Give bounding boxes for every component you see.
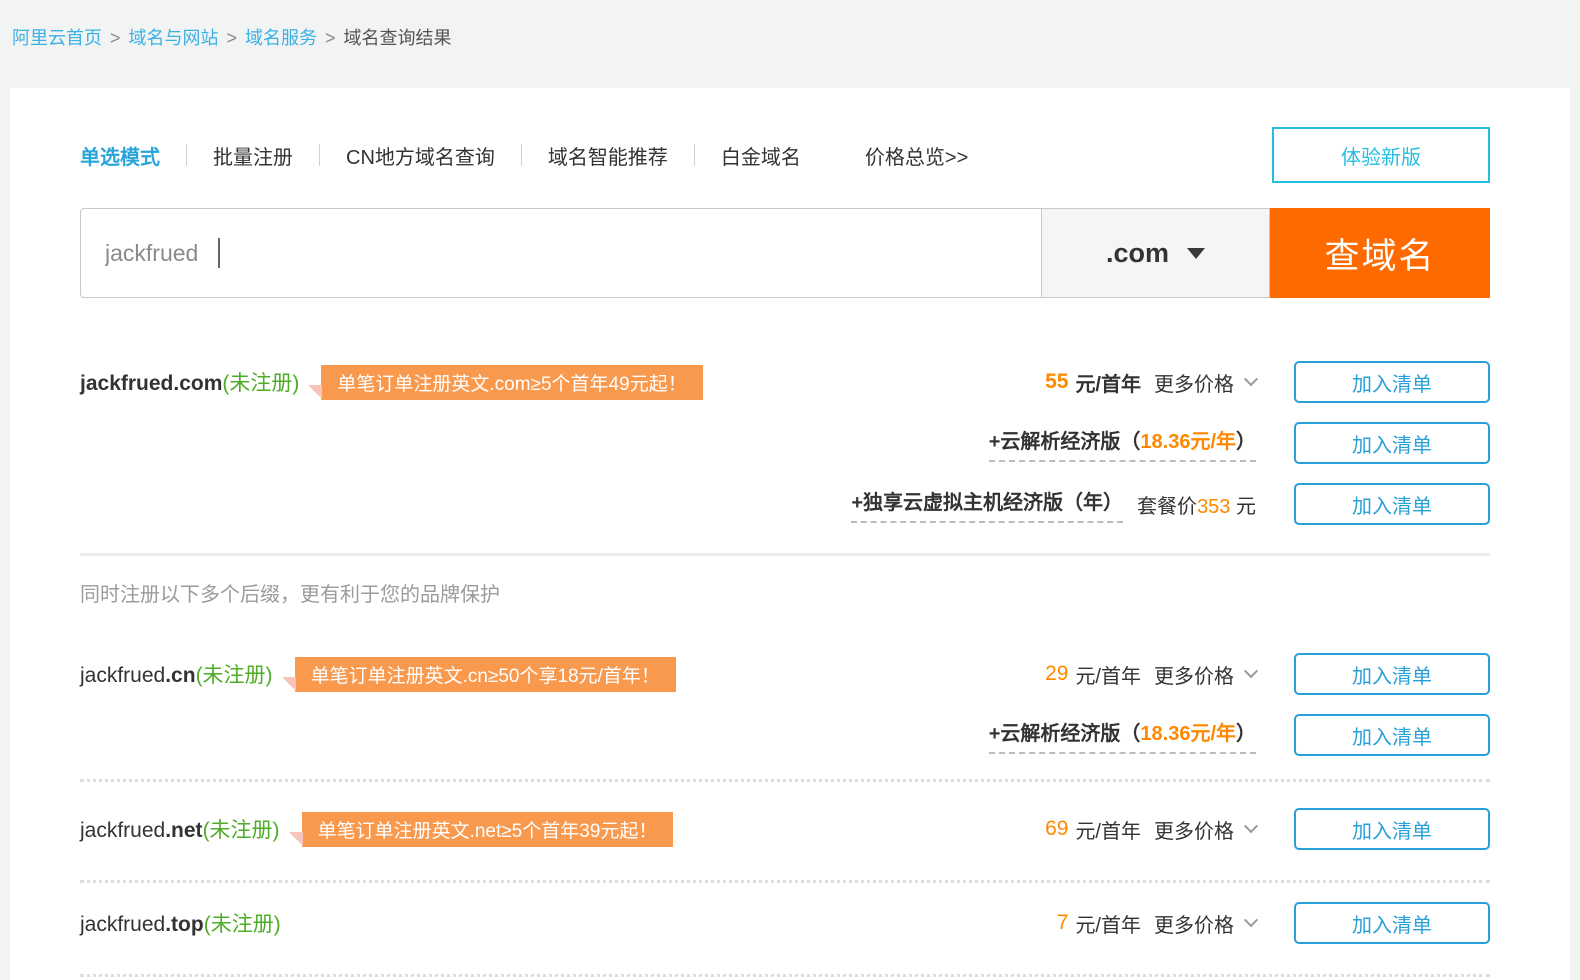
more-prices-toggle[interactable]: 更多价格 xyxy=(1154,909,1234,938)
add-to-list-button[interactable]: 加入清单 xyxy=(1294,902,1490,944)
price-unit: 元/首年 xyxy=(1075,815,1141,844)
result-row-top: jackfrued.top(未注册) 7 元/首年 更多价格 加入清单 xyxy=(80,902,1490,944)
chevron-down-icon[interactable] xyxy=(1244,372,1258,386)
promo-badge: 单笔订单注册英文.com≥5个首年49元起！ xyxy=(321,365,702,400)
result-row-cn: jackfrued.cn(未注册) 单笔订单注册英文.cn≥50个享18元/首年… xyxy=(80,653,1490,695)
addon-row-dns: +云解析经济版（18.36元/年） 加入清单 xyxy=(80,422,1490,464)
price-group: 29 元/首年 更多价格 xyxy=(1045,660,1256,689)
breadcrumb-separator: > xyxy=(110,28,121,48)
tab-divider xyxy=(521,144,522,166)
price-value: 7 xyxy=(1057,911,1069,935)
price-overview-link[interactable]: 价格总览>> xyxy=(865,141,968,170)
promo-badge: 单笔订单注册英文.net≥5个首年39元起！ xyxy=(302,812,674,847)
more-prices-toggle[interactable]: 更多价格 xyxy=(1154,815,1234,844)
domain-search-bar: .com 查域名 xyxy=(80,208,1490,298)
add-to-list-button[interactable]: 加入清单 xyxy=(1294,653,1490,695)
search-domain-button[interactable]: 查域名 xyxy=(1270,208,1490,298)
brand-protection-tip: 同时注册以下多个后缀，更有利于您的品牌保护 xyxy=(80,578,1490,607)
tab-divider xyxy=(186,144,187,166)
breadcrumb: 阿里云首页 > 域名与网站 > 域名服务 > 域名查询结果 xyxy=(0,0,1580,88)
domain-name: jackfrued.cn(未注册) xyxy=(80,659,273,689)
package-price: 套餐价353 元 xyxy=(1137,490,1256,519)
price-group: 55 元/首年 更多价格 xyxy=(1045,368,1256,397)
addon-row-host: +独享云虚拟主机经济版（年） 套餐价353 元 加入清单 xyxy=(80,483,1490,525)
chevron-down-icon[interactable] xyxy=(1244,664,1258,678)
promo-badge: 单笔订单注册英文.cn≥50个享18元/首年！ xyxy=(295,657,676,692)
search-input-wrap xyxy=(80,208,1042,298)
add-to-list-button[interactable]: 加入清单 xyxy=(1294,808,1490,850)
status-unregistered: (未注册) xyxy=(204,913,281,936)
tab-divider xyxy=(319,144,320,166)
price-value: 55 xyxy=(1045,370,1068,394)
add-to-list-button[interactable]: 加入清单 xyxy=(1294,714,1490,756)
domain-name: jackfrued.top(未注册) xyxy=(80,908,281,938)
tld-selected-value: .com xyxy=(1106,238,1169,269)
addon-dns-label[interactable]: +云解析经济版（18.36元/年） xyxy=(989,425,1256,462)
add-to-list-button[interactable]: 加入清单 xyxy=(1294,483,1490,525)
row-divider xyxy=(80,880,1490,883)
price-value: 69 xyxy=(1045,817,1068,841)
add-to-list-button[interactable]: 加入清单 xyxy=(1294,361,1490,403)
try-new-version-button[interactable]: 体验新版 xyxy=(1272,127,1490,183)
addon-dns-label[interactable]: +云解析经济版（18.36元/年） xyxy=(989,717,1256,754)
result-row-com: jackfrued.com(未注册) 单笔订单注册英文.com≥5个首年49元起… xyxy=(80,361,1490,403)
status-unregistered: (未注册) xyxy=(222,372,299,395)
add-to-list-button[interactable]: 加入清单 xyxy=(1294,422,1490,464)
result-row-net: jackfrued.net(未注册) 单笔订单注册英文.net≥5个首年39元起… xyxy=(80,808,1490,850)
price-unit: 元/首年 xyxy=(1075,660,1141,689)
more-prices-toggle[interactable]: 更多价格 xyxy=(1154,660,1234,689)
tab-batch-register[interactable]: 批量注册 xyxy=(213,141,293,170)
section-divider xyxy=(80,553,1490,556)
row-divider xyxy=(80,974,1490,977)
tld-dropdown[interactable]: .com xyxy=(1042,208,1270,298)
more-prices-toggle[interactable]: 更多价格 xyxy=(1154,368,1234,397)
price-unit: 元/首年 xyxy=(1075,909,1141,938)
chevron-down-icon[interactable] xyxy=(1244,819,1258,833)
breadcrumb-link-domain-service[interactable]: 域名服务 xyxy=(245,28,317,48)
breadcrumb-separator: > xyxy=(325,28,336,48)
price-group: 69 元/首年 更多价格 xyxy=(1045,815,1256,844)
domain-search-input[interactable] xyxy=(80,208,1042,298)
mode-tabs: 单选模式 批量注册 CN地方域名查询 域名智能推荐 白金域名 价格总览>> 体验… xyxy=(80,88,1490,183)
price-value: 29 xyxy=(1045,662,1068,686)
breadcrumb-current: 域名查询结果 xyxy=(344,28,452,48)
breadcrumb-separator: > xyxy=(227,28,238,48)
price-unit: 元/首年 xyxy=(1075,368,1141,397)
status-unregistered: (未注册) xyxy=(203,819,280,842)
addon-price: 18.36元/年 xyxy=(1140,431,1236,453)
tab-platinum-domain[interactable]: 白金域名 xyxy=(721,141,801,170)
row-divider xyxy=(80,779,1490,782)
tab-cn-local-query[interactable]: CN地方域名查询 xyxy=(346,141,495,170)
chevron-down-icon[interactable] xyxy=(1244,913,1258,927)
tab-smart-recommend[interactable]: 域名智能推荐 xyxy=(548,141,668,170)
domain-name: jackfrued.com(未注册) xyxy=(80,367,299,397)
breadcrumb-link-domain-website[interactable]: 域名与网站 xyxy=(129,28,219,48)
price-group: 7 元/首年 更多价格 xyxy=(1057,909,1256,938)
results-card: 单选模式 批量注册 CN地方域名查询 域名智能推荐 白金域名 价格总览>> 体验… xyxy=(10,88,1570,980)
addon-price: 18.36元/年 xyxy=(1140,723,1236,745)
addon-host-label[interactable]: +独享云虚拟主机经济版（年） xyxy=(851,486,1123,523)
breadcrumb-link-home[interactable]: 阿里云首页 xyxy=(12,28,102,48)
dropdown-arrow-icon xyxy=(1187,248,1205,259)
domain-name: jackfrued.net(未注册) xyxy=(80,814,280,844)
status-unregistered: (未注册) xyxy=(196,664,273,687)
addon-row-dns: +云解析经济版（18.36元/年） 加入清单 xyxy=(80,714,1490,756)
text-caret xyxy=(218,238,220,268)
tab-divider xyxy=(694,144,695,166)
tab-single-mode[interactable]: 单选模式 xyxy=(80,141,160,170)
